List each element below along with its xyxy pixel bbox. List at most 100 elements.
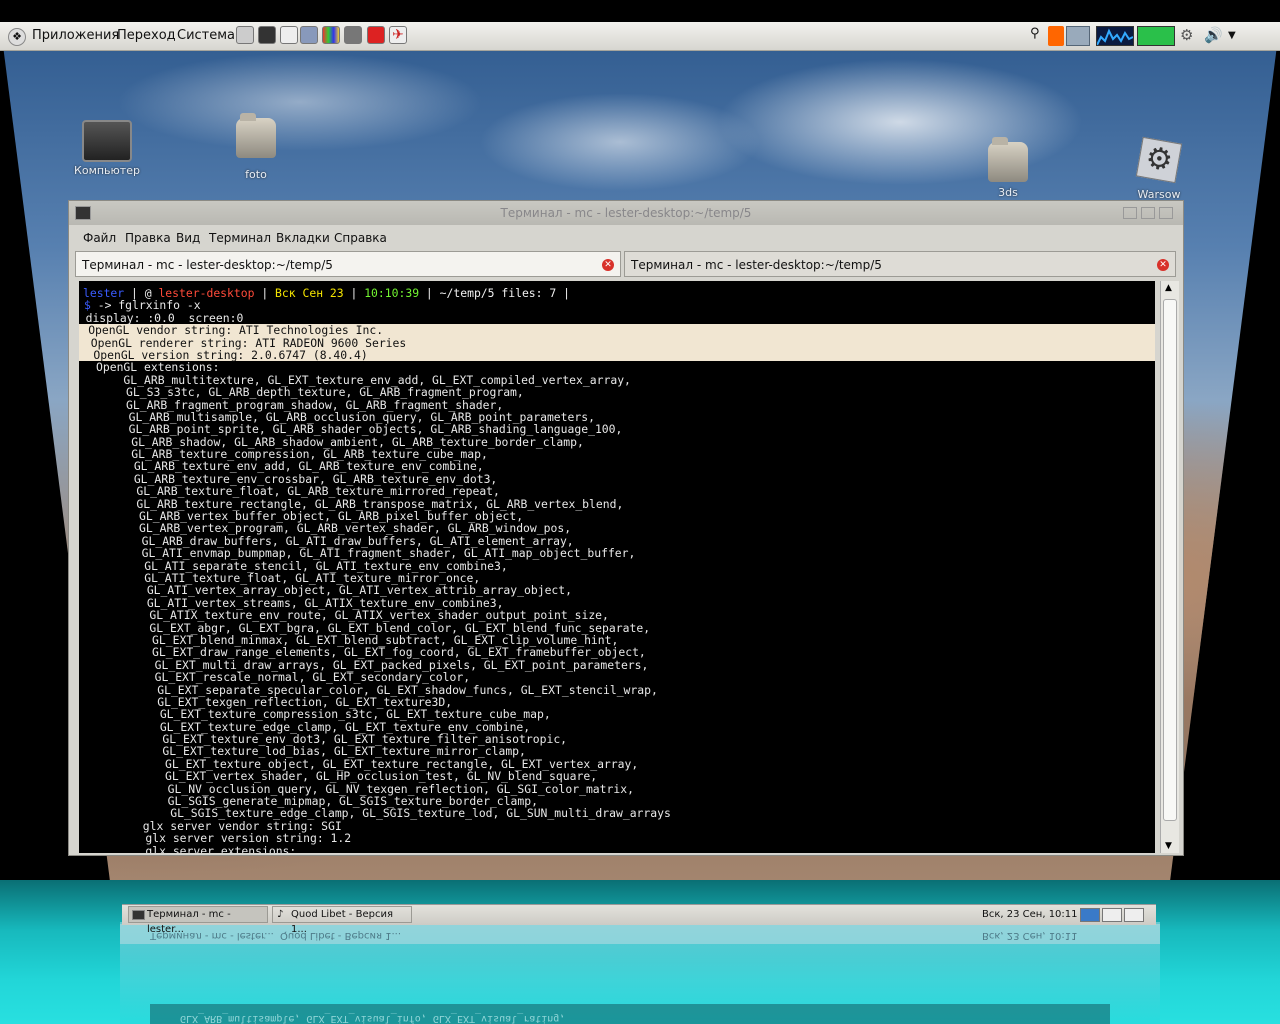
cpu-monitor-icon [1096,26,1134,46]
network-icon[interactable]: ⚲ [1030,26,1044,46]
battery-icon[interactable] [1137,26,1175,46]
minimize-button[interactable] [1123,207,1137,219]
foot-icon[interactable]: ❖ [8,28,26,46]
output-line: GL_ATI_vertex_array_object, GL_ATI_verte… [119,583,573,598]
desktop-icon-3ds[interactable]: 3ds [978,137,1038,199]
close-tab-icon[interactable]: ✕ [1157,259,1169,271]
folder-icon [236,113,276,158]
output-line: GL_EXT_vertex_shader, GL_HP_occlusion_te… [137,769,598,784]
tools-icon[interactable] [344,26,362,44]
menu-terminal[interactable]: Терминал [209,231,271,245]
output-line: glx server version string: 1.2 [145,831,352,846]
monitor-icon [82,120,132,162]
scrollbar-thumb[interactable] [1163,299,1177,821]
workspace-2[interactable] [1102,908,1122,922]
prompt-time: 10:10:39 [364,286,420,300]
terminal-icon[interactable] [300,26,318,44]
desktop-icon-label: foto [245,168,267,181]
prompt-separator: | [343,286,365,300]
command-line: $ -> fglrxinfo -x [79,299,1155,311]
output-line-highlighted: OpenGL vendor string: ATI Technologies I… [79,324,1155,337]
desktop-icon-label: 3ds [998,186,1018,199]
output-line: GL_ATIX_texture_env_route, GL_ATIX_verte… [122,608,609,623]
output-line: GL_ARB_point_sprite, GL_ARB_shader_objec… [101,422,623,437]
settings-icon[interactable]: ⚙ [1180,26,1202,46]
gimp-icon[interactable] [236,26,254,44]
prompt-separator: | [254,286,276,300]
output-line: GL_ARB_vertex_program, GL_ARB_vertex_sha… [111,521,572,536]
arrow-down-icon[interactable]: ▼ [1228,30,1238,50]
colors-icon[interactable] [322,26,340,44]
reflection: Терминал - mc - lester... Quod Libet - В… [120,922,1160,1024]
window-titlebar[interactable]: Терминал - mc - lester-desktop:~/temp/5 [69,201,1183,225]
scroll-up-icon[interactable]: ▲ [1165,283,1172,293]
output-line-highlighted: OpenGL version string: 2.0.6747 (8.40.4) [79,349,1155,361]
terminal-window: Терминал - mc - lester-desktop:~/temp/5 … [68,200,1184,856]
gear-icon: ⚙ [1135,136,1183,184]
menu-edit[interactable]: Правка [125,231,171,245]
tab-bar: Терминал - mc - lester-desktop:~/temp/5 … [75,251,1179,277]
reflected-clock: Вск, 23 Сен, 10:11 [982,930,1078,941]
desktop-icon-computer[interactable]: Компьютер [72,120,142,177]
prompt-separator: | [556,286,570,300]
desktop-icon-warsow[interactable]: ⚙ Warsow [1126,136,1192,201]
menu-applications[interactable]: Приложения [32,28,119,43]
scroll-down-icon[interactable]: ▼ [1165,841,1172,851]
output-line: OpenGL extensions: [96,360,220,375]
folder-icon [988,137,1028,182]
command-output: display: :0.0 screen:0 OpenGL vendor stri… [79,311,1155,853]
terminal-icon[interactable] [75,206,91,220]
output-line: GL_EXT_texture_lod_bias, GL_EXT_texture_… [135,744,526,759]
menu-file[interactable]: Файл [83,231,116,245]
clock[interactable]: Вск, 23 Сен, 10:11 [982,909,1078,920]
close-tab-icon[interactable]: ✕ [602,259,614,271]
close-button[interactable] [1159,207,1173,219]
tab-terminal-2[interactable]: Терминал - mc - lester-desktop:~/temp/5 … [624,251,1176,277]
reflected-taskbar: Терминал - mc - lester... Quod Libet - В… [120,924,1160,944]
terminal-output[interactable]: lester | @ lester-desktop | Вск Сен 23 |… [79,281,1155,853]
desktop-icon-label: Компьютер [74,164,140,177]
output-line: GL_SGIS_texture_edge_clamp, GL_SGIS_text… [142,806,671,821]
workspace-3[interactable] [1124,908,1144,922]
prompt-separator: | [419,286,440,300]
monitor-icon[interactable] [258,26,276,44]
tab-label: Терминал - mc - lester-desktop:~/temp/5 [82,258,333,272]
output-line: GL_EXT_rescale_normal, GL_EXT_secondary_… [127,670,471,685]
output-line: GL_EXT_texture_compression_s3tc, GL_EXT_… [132,707,551,722]
menu-view[interactable]: Вид [176,231,200,245]
output-line: GL_ARB_texture_env_add, GL_ARB_texture_e… [106,459,484,474]
menu-tabs[interactable]: Вкладки [276,231,330,245]
desktop-icon-foto[interactable]: foto [226,113,286,181]
computers-icon[interactable] [1066,26,1090,46]
update-icon[interactable] [1048,26,1064,46]
output-line: glx server extensions: [145,843,297,853]
tab-label: Терминал - mc - lester-desktop:~/temp/5 [631,258,882,272]
maximize-button[interactable] [1141,207,1155,219]
menu-help[interactable]: Справка [334,231,387,245]
bottom-panel: Терминал - mc - lester... ♪ Quod Libet -… [122,904,1156,935]
menu-bar: Файл Правка Вид Терминал Вкладки Справка [69,227,1183,249]
output-line: GL_ATI_envmap_bumpmap, GL_ATI_fragment_s… [114,546,636,561]
menu-system[interactable]: Система [177,28,235,43]
plane-icon[interactable]: ✈ [389,26,407,44]
tab-terminal-1[interactable]: Терминал - mc - lester-desktop:~/temp/5 … [75,251,621,277]
terminal-icon [132,910,145,920]
volume-icon[interactable]: 🔊 [1204,26,1224,46]
prompt-path: ~/temp/5 files: 7 [439,286,557,300]
acrobat-icon[interactable] [367,26,385,44]
workspace-1[interactable] [1080,908,1100,922]
top-panel: ❖ Приложения Переход Система ✈ ⚲ ⚙ 🔊 ▼ [0,22,1280,51]
music-note-icon: ♪ [277,909,284,920]
pen-icon[interactable] [280,26,298,44]
window-title: Терминал - mc - lester-desktop:~/temp/5 [500,206,752,220]
prompt-date: Вск Сен 23 [275,286,344,300]
terminal-scrollbar[interactable]: ▲ ▼ [1160,281,1179,853]
task-terminal[interactable]: Терминал - mc - lester... [128,906,268,935]
menu-places[interactable]: Переход [117,28,176,43]
task-quod-libet[interactable]: ♪ Quod Libet - Версия 1... [272,906,412,935]
output-line: GL_EXT_draw_range_elements, GL_EXT_fog_c… [124,645,646,660]
cpu-graph [1096,28,1134,46]
prompt-line: lester | @ lester-desktop | Вск Сен 23 |… [79,287,1155,299]
reflected-terminal-line: GLX_ARB_multisample, GLX_EXT_visual_info… [150,1004,1110,1024]
output-line: GL_ARB_texture_float, GL_ARB_texture_mir… [109,484,500,499]
